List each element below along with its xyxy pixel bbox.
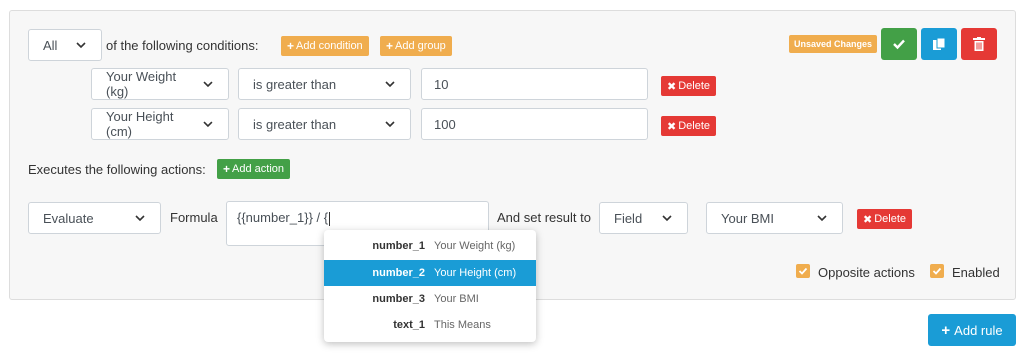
plus-icon: +	[223, 162, 231, 176]
autocomplete-item-number-2[interactable]: number_2 Your Height (cm)	[324, 260, 536, 286]
delete-label: Delete	[678, 120, 711, 132]
add-rule-button[interactable]: + Add rule	[928, 314, 1016, 346]
chevron-down-icon	[385, 81, 395, 88]
save-button[interactable]	[881, 28, 917, 60]
match-type-select[interactable]: All	[28, 29, 102, 61]
add-group-label: Add group	[395, 40, 446, 52]
delete-label: Delete	[678, 80, 711, 92]
delete-rule-button[interactable]	[961, 28, 997, 60]
condition-field-value: Your Weight (kg)	[106, 69, 177, 99]
action-type-select[interactable]: Evaluate	[28, 202, 161, 234]
condition-operator-select[interactable]: is greater than	[238, 68, 411, 100]
formula-value: {{number_1}} / {	[237, 210, 329, 225]
autocomplete-label: Your Height (cm)	[434, 267, 517, 279]
autocomplete-dropdown: number_1 Your Weight (kg) number_2 Your …	[324, 230, 536, 342]
autocomplete-key: number_3	[372, 293, 425, 305]
set-result-label: And set result to	[497, 210, 591, 225]
unsaved-changes-badge: Unsaved Changes	[789, 35, 878, 53]
plus-icon: +	[386, 39, 394, 53]
autocomplete-label: Your BMI	[434, 293, 479, 305]
formula-label: Formula	[170, 210, 218, 225]
opposite-actions-checkbox[interactable]	[796, 264, 810, 278]
add-group-button[interactable]: + Add group	[380, 36, 452, 56]
autocomplete-key: text_1	[393, 319, 425, 331]
autocomplete-item-text-1[interactable]: text_1 This Means	[324, 312, 536, 338]
autocomplete-key: number_1	[372, 240, 425, 252]
conditions-label: of the following conditions:	[106, 38, 259, 53]
delete-action-button[interactable]: ✖ Delete	[857, 209, 913, 229]
autocomplete-label: Your Weight (kg)	[434, 240, 516, 252]
match-type-value: All	[43, 37, 58, 53]
autocomplete-item-number-1[interactable]: number_1 Your Weight (kg)	[324, 233, 536, 259]
condition-field-select[interactable]: Your Height (cm)	[91, 108, 229, 140]
chevron-down-icon	[817, 215, 827, 222]
condition-field-select[interactable]: Your Weight (kg)	[91, 68, 229, 100]
text-cursor	[329, 211, 331, 226]
plus-icon: +	[287, 39, 295, 53]
actions-label: Executes the following actions:	[28, 162, 206, 177]
delete-label: Delete	[874, 213, 907, 225]
result-target-type-value: Field	[614, 210, 643, 226]
check-icon	[893, 39, 905, 50]
chevron-down-icon	[385, 121, 395, 128]
add-condition-button[interactable]: + Add condition	[281, 36, 369, 56]
action-type-value: Evaluate	[43, 210, 94, 226]
close-icon: ✖	[863, 213, 873, 226]
close-icon: ✖	[667, 120, 677, 133]
enabled-label: Enabled	[952, 265, 1000, 280]
enabled-checkbox[interactable]	[930, 264, 944, 278]
delete-condition-button[interactable]: ✖ Delete	[661, 76, 717, 96]
add-rule-label: Add rule	[954, 322, 1003, 338]
autocomplete-label: This Means	[434, 319, 491, 331]
autocomplete-key: number_2	[372, 267, 425, 279]
result-target-value: Your BMI	[721, 210, 774, 226]
copy-icon	[933, 37, 946, 50]
chevron-down-icon	[135, 215, 145, 222]
chevron-down-icon	[76, 42, 86, 49]
trash-icon	[973, 37, 985, 51]
opposite-actions-label: Opposite actions	[818, 265, 915, 280]
add-action-button[interactable]: + Add action	[217, 159, 290, 179]
condition-operator-value: is greater than	[253, 76, 337, 92]
check-icon	[932, 267, 942, 275]
delete-condition-button[interactable]: ✖ Delete	[661, 116, 717, 136]
close-icon: ✖	[667, 80, 677, 93]
condition-value-input[interactable]: 100	[421, 108, 648, 140]
result-target-select[interactable]: Your BMI	[706, 202, 843, 234]
condition-value-input[interactable]: 10	[421, 68, 648, 100]
autocomplete-item-number-3[interactable]: number_3 Your BMI	[324, 286, 536, 312]
add-action-label: Add action	[232, 163, 284, 175]
condition-operator-value: is greater than	[253, 116, 337, 132]
add-condition-label: Add condition	[296, 40, 363, 52]
check-icon	[798, 267, 808, 275]
chevron-down-icon	[203, 81, 213, 88]
chevron-down-icon	[662, 215, 672, 222]
plus-icon: +	[941, 321, 951, 339]
result-target-type-select[interactable]: Field	[599, 202, 688, 234]
copy-button[interactable]	[921, 28, 957, 60]
condition-field-value: Your Height (cm)	[106, 109, 174, 139]
condition-operator-select[interactable]: is greater than	[238, 108, 411, 140]
chevron-down-icon	[203, 121, 213, 128]
